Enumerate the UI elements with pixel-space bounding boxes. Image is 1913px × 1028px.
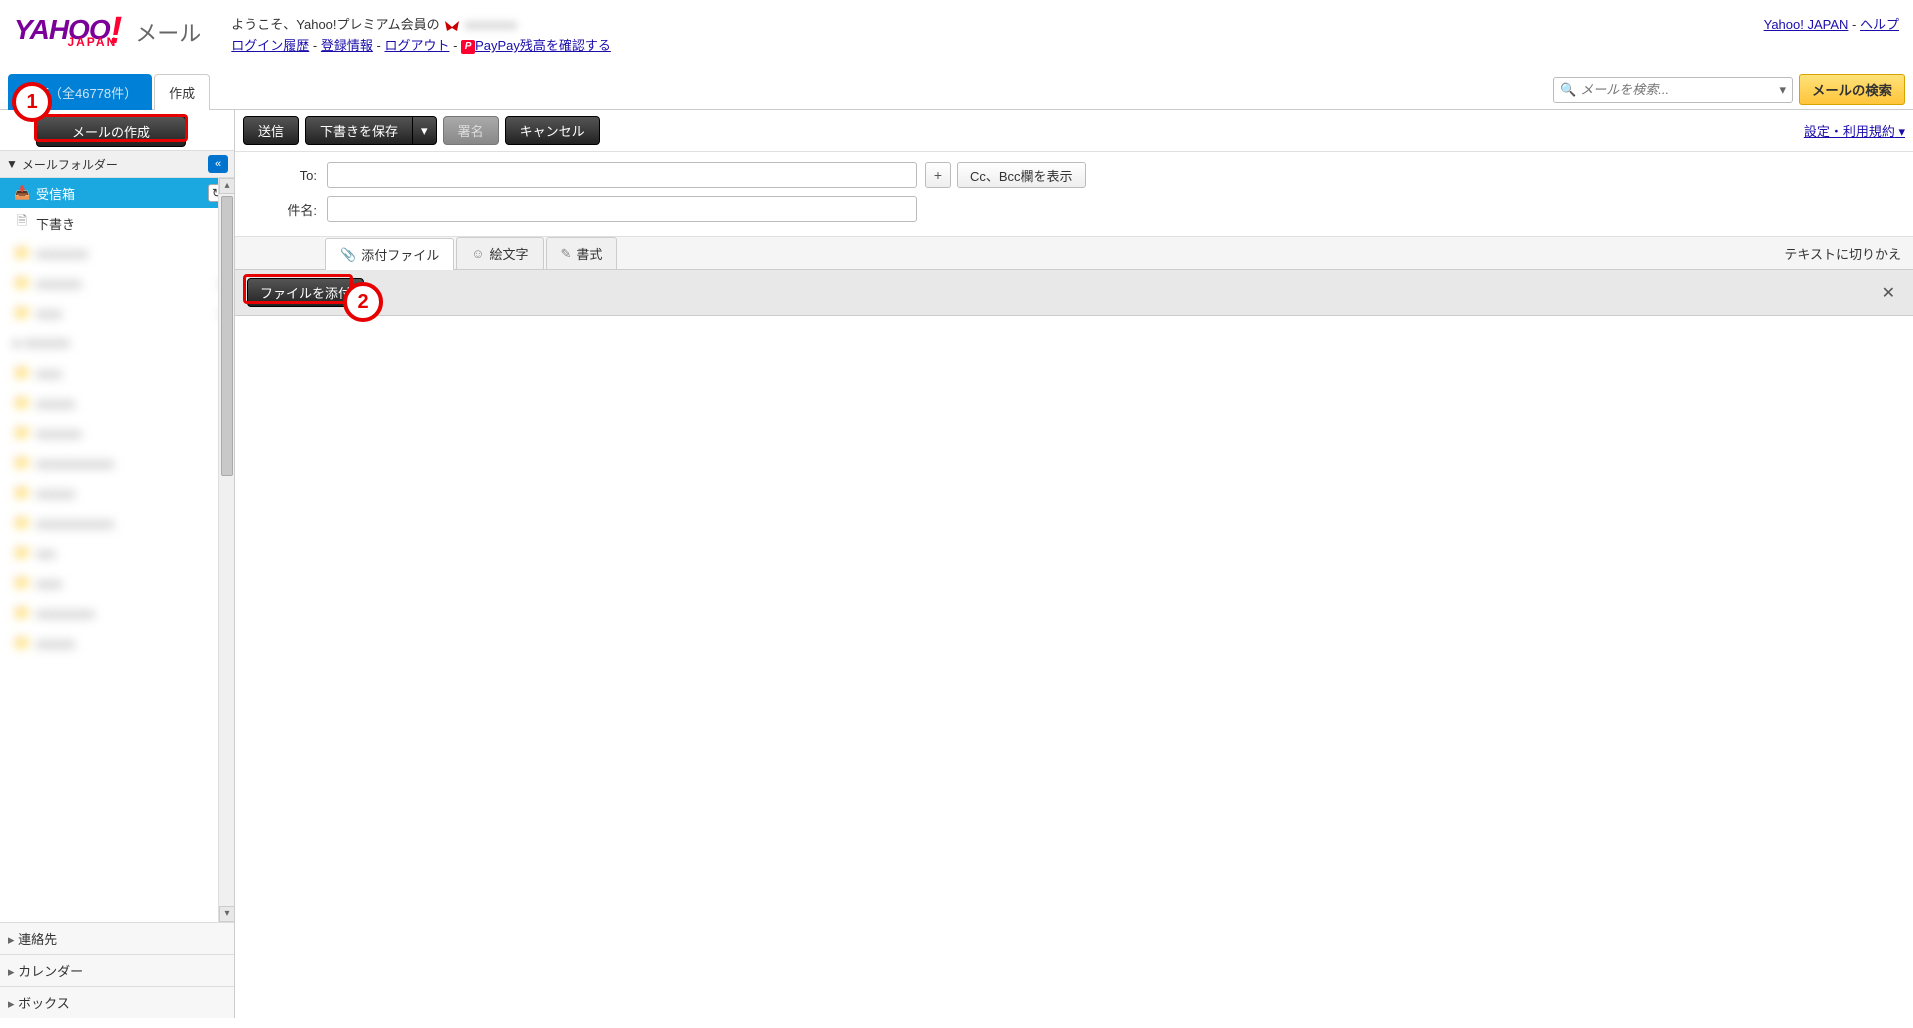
paypay-icon: P: [461, 40, 475, 54]
ribbon-icon: [443, 19, 461, 33]
folders-header-label: メールフォルダー: [22, 156, 118, 173]
yahoo-japan-link[interactable]: Yahoo! JAPAN: [1764, 17, 1849, 32]
paperclip-icon: 📎: [340, 247, 356, 263]
subject-label: 件名:: [247, 200, 327, 219]
section-box[interactable]: ボックス: [0, 986, 234, 1018]
folder-blurred[interactable]: ▸ xxxxxxx: [0, 328, 234, 358]
compose-mail-button[interactable]: メールの作成: [36, 116, 186, 147]
emoji-icon: ☺: [471, 246, 484, 261]
tab-format[interactable]: ✎ 書式: [546, 237, 618, 269]
compose-toolbar: 送信 下書きを保存 ▾ 署名 キャンセル 設定・利用規約 ▾: [235, 110, 1913, 152]
settings-link[interactable]: 設定・利用規約 ▾: [1804, 124, 1905, 139]
close-attachment-bar[interactable]: ✕: [1876, 283, 1901, 303]
section-contacts[interactable]: 連絡先: [0, 922, 234, 954]
drafts-icon: 🗎: [14, 212, 30, 234]
compose-subtabs: 📎 添付ファイル ☺ 絵文字 ✎ 書式 テキストに切りかえ: [235, 237, 1913, 270]
folder-inbox[interactable]: 📥 受信箱 ↻: [0, 178, 234, 208]
to-label: To:: [247, 168, 327, 183]
add-recipient-button[interactable]: +: [925, 162, 951, 188]
sidebar: メールの作成 1 ▼ メールフォルダー « 📥 受信箱 ↻ 🗎 下書き 2 📁x…: [0, 110, 235, 1018]
signature-button[interactable]: 署名: [443, 116, 499, 145]
search-box[interactable]: 🔍 ▾: [1553, 77, 1793, 103]
folder-blurred[interactable]: 📁xxxxxxx: [0, 418, 234, 448]
tab-emoji[interactable]: ☺ 絵文字: [456, 237, 543, 269]
folder-blurred[interactable]: 📁xxxxx: [0, 298, 234, 328]
tab-attachments[interactable]: 📎 添付ファイル: [325, 238, 454, 270]
folder-list: 📥 受信箱 ↻ 🗎 下書き 2 📁xxxxxxxx 📁xxxxxxxx 📁xxx…: [0, 178, 234, 922]
tab-compose[interactable]: 作成: [154, 74, 210, 110]
editor-area[interactable]: [235, 316, 1913, 1018]
folder-blurred[interactable]: 📁xxx: [0, 538, 234, 568]
search-dropdown-arrow[interactable]: ▾: [1776, 82, 1787, 98]
main-tabbar: 信箱（全46778件） 作成 🔍 ▾ メールの検索: [0, 70, 1913, 110]
to-input[interactable]: [327, 162, 917, 188]
folder-blurred[interactable]: 📁xxxxxxxx: [0, 268, 234, 298]
sidebar-collapse-button[interactable]: «: [208, 155, 228, 173]
save-draft-split: 下書きを保存 ▾: [305, 116, 437, 145]
folders-header[interactable]: ▼ メールフォルダー «: [0, 150, 234, 178]
username-blurred: xxxxxxxx: [465, 17, 517, 32]
annotation-circle-2: 2: [343, 282, 383, 322]
inbox-icon: 📥: [14, 185, 30, 201]
folder-blurred[interactable]: 📁xxxx: [0, 568, 234, 598]
scroll-thumb[interactable]: [221, 196, 233, 476]
inbox-label: 受信箱: [36, 184, 75, 203]
attachment-bar: ファイルを添付 2 ✕: [235, 270, 1913, 316]
send-button[interactable]: 送信: [243, 116, 299, 145]
drafts-label: 下書き: [36, 214, 75, 233]
section-calendar[interactable]: カレンダー: [0, 954, 234, 986]
header: YAHOO! JAPAN メール ようこそ、Yahoo!プレミアム会員の xxx…: [0, 0, 1913, 58]
folder-blurred[interactable]: 📁xxxxxxxxxxxx: [0, 508, 234, 538]
folders-expand-icon[interactable]: ▼: [6, 157, 18, 171]
login-history-link[interactable]: ログイン履歴: [231, 38, 309, 53]
show-ccbcc-button[interactable]: Cc、Bcc欄を表示: [957, 162, 1086, 188]
scroll-down-button[interactable]: ▾: [219, 906, 234, 922]
paypay-balance-link[interactable]: PayPay残高を確認する: [475, 38, 611, 53]
cancel-button[interactable]: キャンセル: [505, 116, 600, 145]
subject-input[interactable]: [327, 196, 917, 222]
folder-blurred[interactable]: 📁xxxx: [0, 358, 234, 388]
yahoo-logo: YAHOO! JAPAN: [14, 14, 121, 45]
annotation-circle-1: 1: [12, 82, 52, 122]
help-link[interactable]: ヘルプ: [1860, 17, 1899, 32]
content: メールの作成 1 ▼ メールフォルダー « 📥 受信箱 ↻ 🗎 下書き 2 📁x…: [0, 110, 1913, 1018]
logo-sub: JAPAN: [67, 35, 117, 49]
folder-blurred[interactable]: 📁xxxxxx: [0, 388, 234, 418]
folder-drafts[interactable]: 🗎 下書き 2: [0, 208, 234, 238]
search-button[interactable]: メールの検索: [1799, 74, 1905, 105]
folder-blurred[interactable]: 📁xxxxxx: [0, 628, 234, 658]
header-right: Yahoo! JAPAN - ヘルプ: [1764, 14, 1899, 33]
folder-blurred[interactable]: 📁xxxxxxxxxxxx: [0, 448, 234, 478]
format-icon: ✎: [561, 246, 572, 262]
folder-blurred[interactable]: 📁xxxxxxxx: [0, 238, 234, 268]
search-input[interactable]: [1580, 82, 1775, 97]
logout-link[interactable]: ログアウト: [384, 38, 449, 53]
registration-info-link[interactable]: 登録情報: [321, 38, 373, 53]
main-compose-pane: 送信 下書きを保存 ▾ 署名 キャンセル 設定・利用規約 ▾ To: + Cc、…: [235, 110, 1913, 1018]
folder-blurred[interactable]: 📁xxxxxx: [0, 478, 234, 508]
mail-label: メール: [135, 16, 201, 48]
sidebar-scrollbar[interactable]: ▴ ▾: [218, 178, 234, 922]
sidebar-bottom-sections: 連絡先 カレンダー ボックス: [0, 922, 234, 1018]
save-draft-button[interactable]: 下書きを保存: [305, 116, 413, 145]
welcome-block: ようこそ、Yahoo!プレミアム会員の xxxxxxxx ログイン履歴 - 登録…: [231, 14, 611, 54]
welcome-greeting: ようこそ、Yahoo!プレミアム会員の: [231, 17, 439, 32]
scroll-up-button[interactable]: ▴: [219, 178, 234, 194]
save-draft-dropdown[interactable]: ▾: [413, 116, 437, 145]
compose-form: To: + Cc、Bcc欄を表示 件名:: [235, 152, 1913, 237]
folder-blurred[interactable]: 📁xxxxxxxxx: [0, 598, 234, 628]
search-icon: 🔍: [1560, 82, 1576, 98]
switch-to-text-link[interactable]: テキストに切りかえ: [1772, 238, 1913, 269]
